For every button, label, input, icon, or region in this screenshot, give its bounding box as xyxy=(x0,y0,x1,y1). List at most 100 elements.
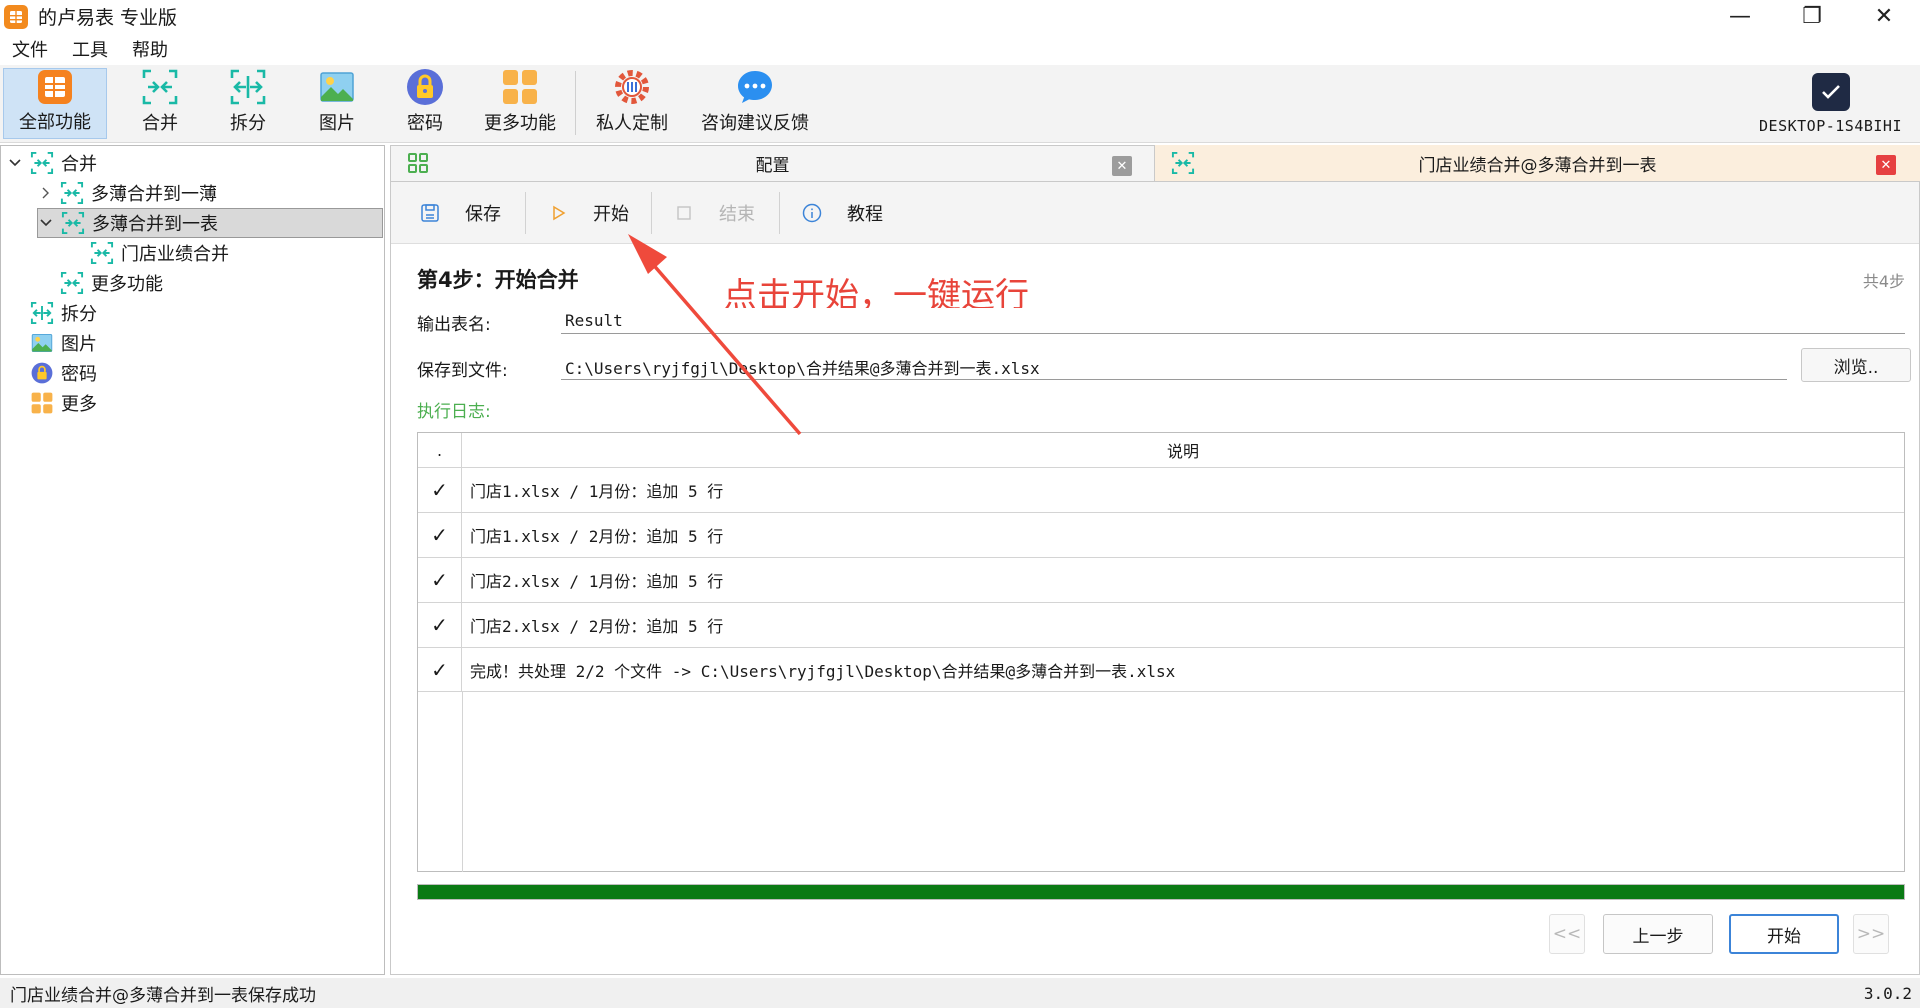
menu-bar: 文件 工具 帮助 xyxy=(0,33,1920,65)
log-row[interactable]: ✓ 门店1.xlsx / 2月份：追加 5 行 xyxy=(418,512,1904,557)
more-grid-icon xyxy=(500,68,540,106)
tutorial-label: 教程 xyxy=(847,204,883,225)
toolbar-separator xyxy=(525,192,526,234)
save-icon xyxy=(419,202,441,224)
user-check-icon xyxy=(1811,73,1850,111)
minimize-button[interactable]: — xyxy=(1704,0,1776,33)
tree-item-label: 门店业绩合并 xyxy=(121,244,229,265)
log-row[interactable]: ✓ 门店1.xlsx / 1月份：追加 5 行 xyxy=(418,467,1904,512)
check-icon: ✓ xyxy=(418,468,462,512)
chat-bubble-icon xyxy=(735,68,775,106)
status-message: 门店业绩合并@多薄合并到一表保存成功 xyxy=(10,985,316,1006)
ribbon-all-functions-button[interactable]: 全部功能 xyxy=(3,68,107,139)
ribbon-image-button[interactable]: 图片 xyxy=(302,68,372,139)
ribbon-image-label: 图片 xyxy=(319,113,355,134)
merge-icon xyxy=(60,210,86,236)
tab-config[interactable]: 配置 ✕ xyxy=(390,145,1155,181)
close-tab-icon[interactable]: ✕ xyxy=(1876,155,1896,175)
merge-icon xyxy=(59,270,85,296)
user-account[interactable]: DESKTOP-1S4BIHI xyxy=(1759,68,1902,139)
merge-icon xyxy=(140,68,180,106)
more-grid-icon xyxy=(29,390,55,416)
chevron-down-icon[interactable] xyxy=(7,155,23,171)
log-label: 执行日志: xyxy=(417,402,491,422)
user-name: DESKTOP-1S4BIHI xyxy=(1759,117,1902,135)
start-run-button[interactable]: 开始 xyxy=(1729,914,1839,954)
tree-item-multi-to-book[interactable]: 多薄合并到一薄 xyxy=(37,178,217,208)
tab-job[interactable]: 门店业绩合并@多薄合并到一表 ✕ xyxy=(1155,145,1920,181)
title-bar: 的卢易表 专业版 — ❐ ✕ xyxy=(0,0,1920,33)
ribbon-separator xyxy=(575,71,576,135)
menu-tools[interactable]: 工具 xyxy=(60,36,120,62)
close-tab-icon[interactable]: ✕ xyxy=(1112,156,1132,176)
version-label: 3.0.2 xyxy=(1863,983,1912,1003)
progress-fill xyxy=(418,885,1904,899)
tree-item-split[interactable]: 拆分 xyxy=(29,298,97,328)
tutorial-button[interactable]: 教程 xyxy=(801,196,883,230)
log-row[interactable]: ✓ 完成！共处理 2/2 个文件 -> C:\Users\ryjfgjl\Des… xyxy=(418,647,1904,692)
last-step-button[interactable]: >> xyxy=(1853,914,1889,954)
chevron-down-icon[interactable] xyxy=(38,215,54,231)
chevron-right-icon[interactable] xyxy=(37,185,53,201)
tree-item-merge[interactable]: 合并 xyxy=(7,148,97,178)
tree-item-more-functions[interactable]: 更多功能 xyxy=(59,268,163,298)
tree-item-label: 图片 xyxy=(61,334,97,355)
tree-item-label: 密码 xyxy=(61,364,97,385)
browse-button[interactable]: 浏览.. xyxy=(1801,348,1911,382)
save-button[interactable]: 保存 xyxy=(419,196,501,230)
output-name-input[interactable]: Result xyxy=(561,308,1905,334)
ribbon-merge-button[interactable]: 合并 xyxy=(125,68,195,139)
tab-label: 配置 xyxy=(755,156,790,176)
merge-icon xyxy=(59,180,85,206)
tree-item-image[interactable]: 图片 xyxy=(29,328,97,358)
lock-icon xyxy=(405,68,445,106)
maximize-button[interactable]: ❐ xyxy=(1776,0,1848,33)
log-row[interactable]: ✓ 门店2.xlsx / 1月份：追加 5 行 xyxy=(418,557,1904,602)
ribbon-merge-label: 合并 xyxy=(142,113,178,134)
ribbon-password-button[interactable]: 密码 xyxy=(390,68,460,139)
tree-item-label: 多薄合并到一表 xyxy=(92,214,218,235)
function-tree: 合并 多薄合并到一薄 多薄合并到一表 门店业绩合并 更多功能 拆分 图片 密码 … xyxy=(0,145,385,975)
tree-item-label: 多薄合并到一薄 xyxy=(91,184,217,205)
log-row-text: 门店2.xlsx / 2月份：追加 5 行 xyxy=(470,617,724,636)
tree-item-label: 更多功能 xyxy=(91,274,163,295)
ribbon-more-button[interactable]: 更多功能 xyxy=(480,68,560,139)
log-col-divider xyxy=(462,692,463,872)
window-title: 的卢易表 专业版 xyxy=(38,7,178,29)
stop-button[interactable]: 结束 xyxy=(673,196,755,230)
lock-icon xyxy=(29,360,55,386)
save-file-input[interactable]: C:\Users\ryjfgjl\Desktop\合并结果@多薄合并到一表.xl… xyxy=(561,354,1787,380)
ribbon-feedback-label: 咨询建议反馈 xyxy=(701,113,809,134)
tree-item-more[interactable]: 更多 xyxy=(29,388,97,418)
log-header: . 说明 xyxy=(418,433,1904,467)
first-step-button[interactable]: << xyxy=(1549,914,1585,954)
ribbon-custom-label: 私人定制 xyxy=(596,113,668,134)
log-col-status[interactable]: . xyxy=(418,433,462,467)
ribbon-more-label: 更多功能 xyxy=(484,113,556,134)
play-icon xyxy=(547,202,569,224)
tree-item-password[interactable]: 密码 xyxy=(29,358,97,388)
ribbon-feedback-button[interactable]: 咨询建议反馈 xyxy=(700,68,810,139)
menu-file[interactable]: 文件 xyxy=(0,36,60,62)
split-icon xyxy=(228,68,268,106)
ribbon-split-label: 拆分 xyxy=(230,113,266,134)
prev-step-button[interactable]: 上一步 xyxy=(1603,914,1713,954)
log-row-text: 完成！共处理 2/2 个文件 -> C:\Users\ryjfgjl\Deskt… xyxy=(470,662,1176,681)
start-button[interactable]: 开始 xyxy=(547,196,629,230)
log-row[interactable]: ✓ 门店2.xlsx / 2月份：追加 5 行 xyxy=(418,602,1904,647)
tree-item-label: 合并 xyxy=(61,154,97,175)
ribbon-split-button[interactable]: 拆分 xyxy=(213,68,283,139)
ribbon-password-label: 密码 xyxy=(407,113,443,134)
ribbon-custom-button[interactable]: 私人定制 xyxy=(592,68,672,139)
tree-item-multi-to-sheet[interactable]: 多薄合并到一表 xyxy=(37,208,383,238)
log-col-desc[interactable]: 说明 xyxy=(462,433,1904,467)
log-table: . 说明 ✓ 门店1.xlsx / 1月份：追加 5 行 ✓ 门店1.xlsx … xyxy=(417,432,1905,872)
custom-gear-icon xyxy=(612,68,652,106)
tree-item-store-merge[interactable]: 门店业绩合并 xyxy=(89,238,229,268)
check-icon: ✓ xyxy=(418,603,462,647)
menu-help[interactable]: 帮助 xyxy=(120,36,180,62)
log-row-text: 门店2.xlsx / 1月份：追加 5 行 xyxy=(470,572,724,591)
save-label: 保存 xyxy=(465,204,501,225)
close-window-button[interactable]: ✕ xyxy=(1848,0,1920,33)
start-label: 开始 xyxy=(593,204,629,225)
